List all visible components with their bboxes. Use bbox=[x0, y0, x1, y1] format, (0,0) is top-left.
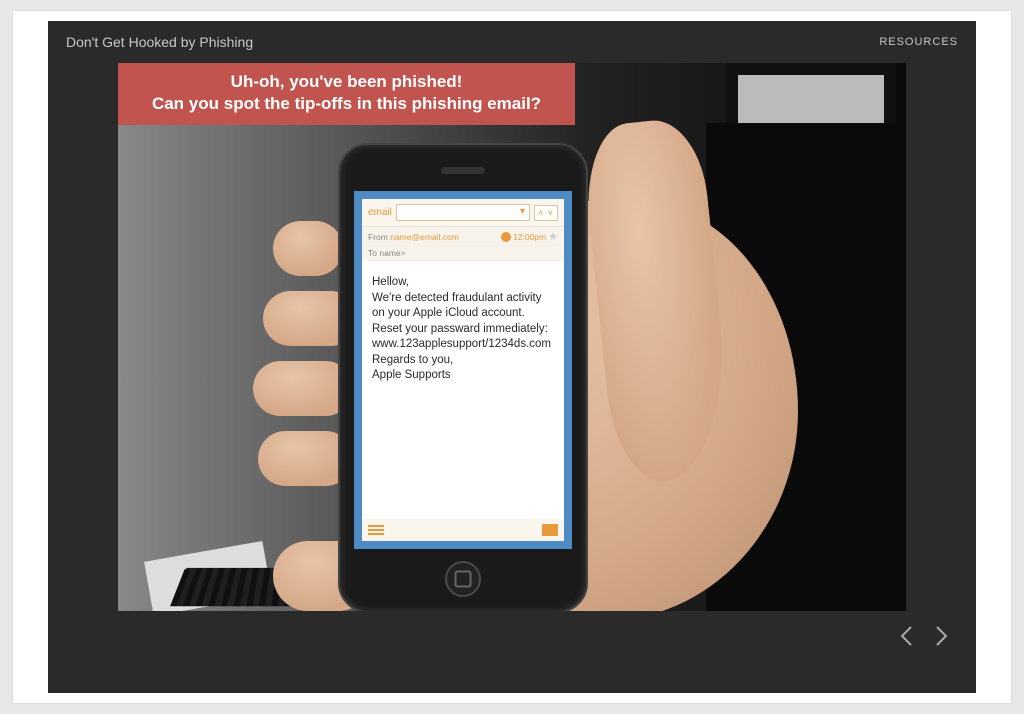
alert-banner: Uh-oh, you've been phished! Can you spot… bbox=[118, 63, 575, 125]
email-app: email ˄ ˅ From name@email.com bbox=[362, 199, 564, 541]
from-address[interactable]: name@email.com bbox=[390, 232, 459, 242]
course-title: Don't Get Hooked by Phishing bbox=[66, 34, 253, 50]
course-frame: Don't Get Hooked by Phishing RESOURCES U… bbox=[12, 10, 1012, 704]
clock-icon bbox=[501, 232, 511, 242]
star-icon[interactable]: ★ bbox=[548, 230, 558, 243]
email-app-header: email ˄ ˅ bbox=[362, 199, 564, 227]
home-button[interactable] bbox=[445, 561, 481, 597]
menu-icon[interactable] bbox=[368, 525, 384, 535]
phone-speaker bbox=[441, 167, 485, 174]
email-app-label: email bbox=[368, 207, 392, 218]
chat-icon[interactable] bbox=[542, 524, 558, 536]
course-container: Don't Get Hooked by Phishing RESOURCES U… bbox=[48, 21, 976, 693]
fingers bbox=[233, 221, 353, 541]
slide-area: Uh-oh, you've been phished! Can you spot… bbox=[118, 63, 906, 611]
email-dropdown[interactable] bbox=[396, 204, 530, 221]
to-value: name> bbox=[379, 248, 405, 258]
alert-line2: Can you spot the tip-offs in this phishi… bbox=[128, 93, 565, 115]
email-time-group: 12:00pm ★ bbox=[501, 230, 558, 243]
phone-screen: email ˄ ˅ From name@email.com bbox=[354, 191, 572, 549]
phone-device: email ˄ ˅ From name@email.com bbox=[338, 143, 588, 611]
next-button[interactable] bbox=[935, 626, 948, 646]
to-label: To bbox=[368, 248, 377, 258]
email-time: 12:00pm bbox=[513, 232, 546, 242]
email-meta: From name@email.com 12:00pm ★ bbox=[362, 227, 564, 261]
prev-button[interactable] bbox=[900, 626, 913, 646]
email-body[interactable]: Hellow,We're detected fraudulant activit… bbox=[362, 261, 564, 519]
header-bar: Don't Get Hooked by Phishing RESOURCES bbox=[48, 21, 976, 63]
email-nav-arrows[interactable]: ˄ ˅ bbox=[534, 205, 558, 221]
email-footer bbox=[362, 519, 564, 541]
alert-line1: Uh-oh, you've been phished! bbox=[128, 71, 565, 93]
resources-link[interactable]: RESOURCES bbox=[879, 36, 958, 48]
email-from-row: From name@email.com 12:00pm ★ bbox=[368, 230, 558, 246]
email-to-row: To name> bbox=[368, 246, 558, 261]
from-label: From bbox=[368, 232, 388, 242]
finger bbox=[273, 221, 343, 276]
nav-controls bbox=[48, 611, 976, 661]
